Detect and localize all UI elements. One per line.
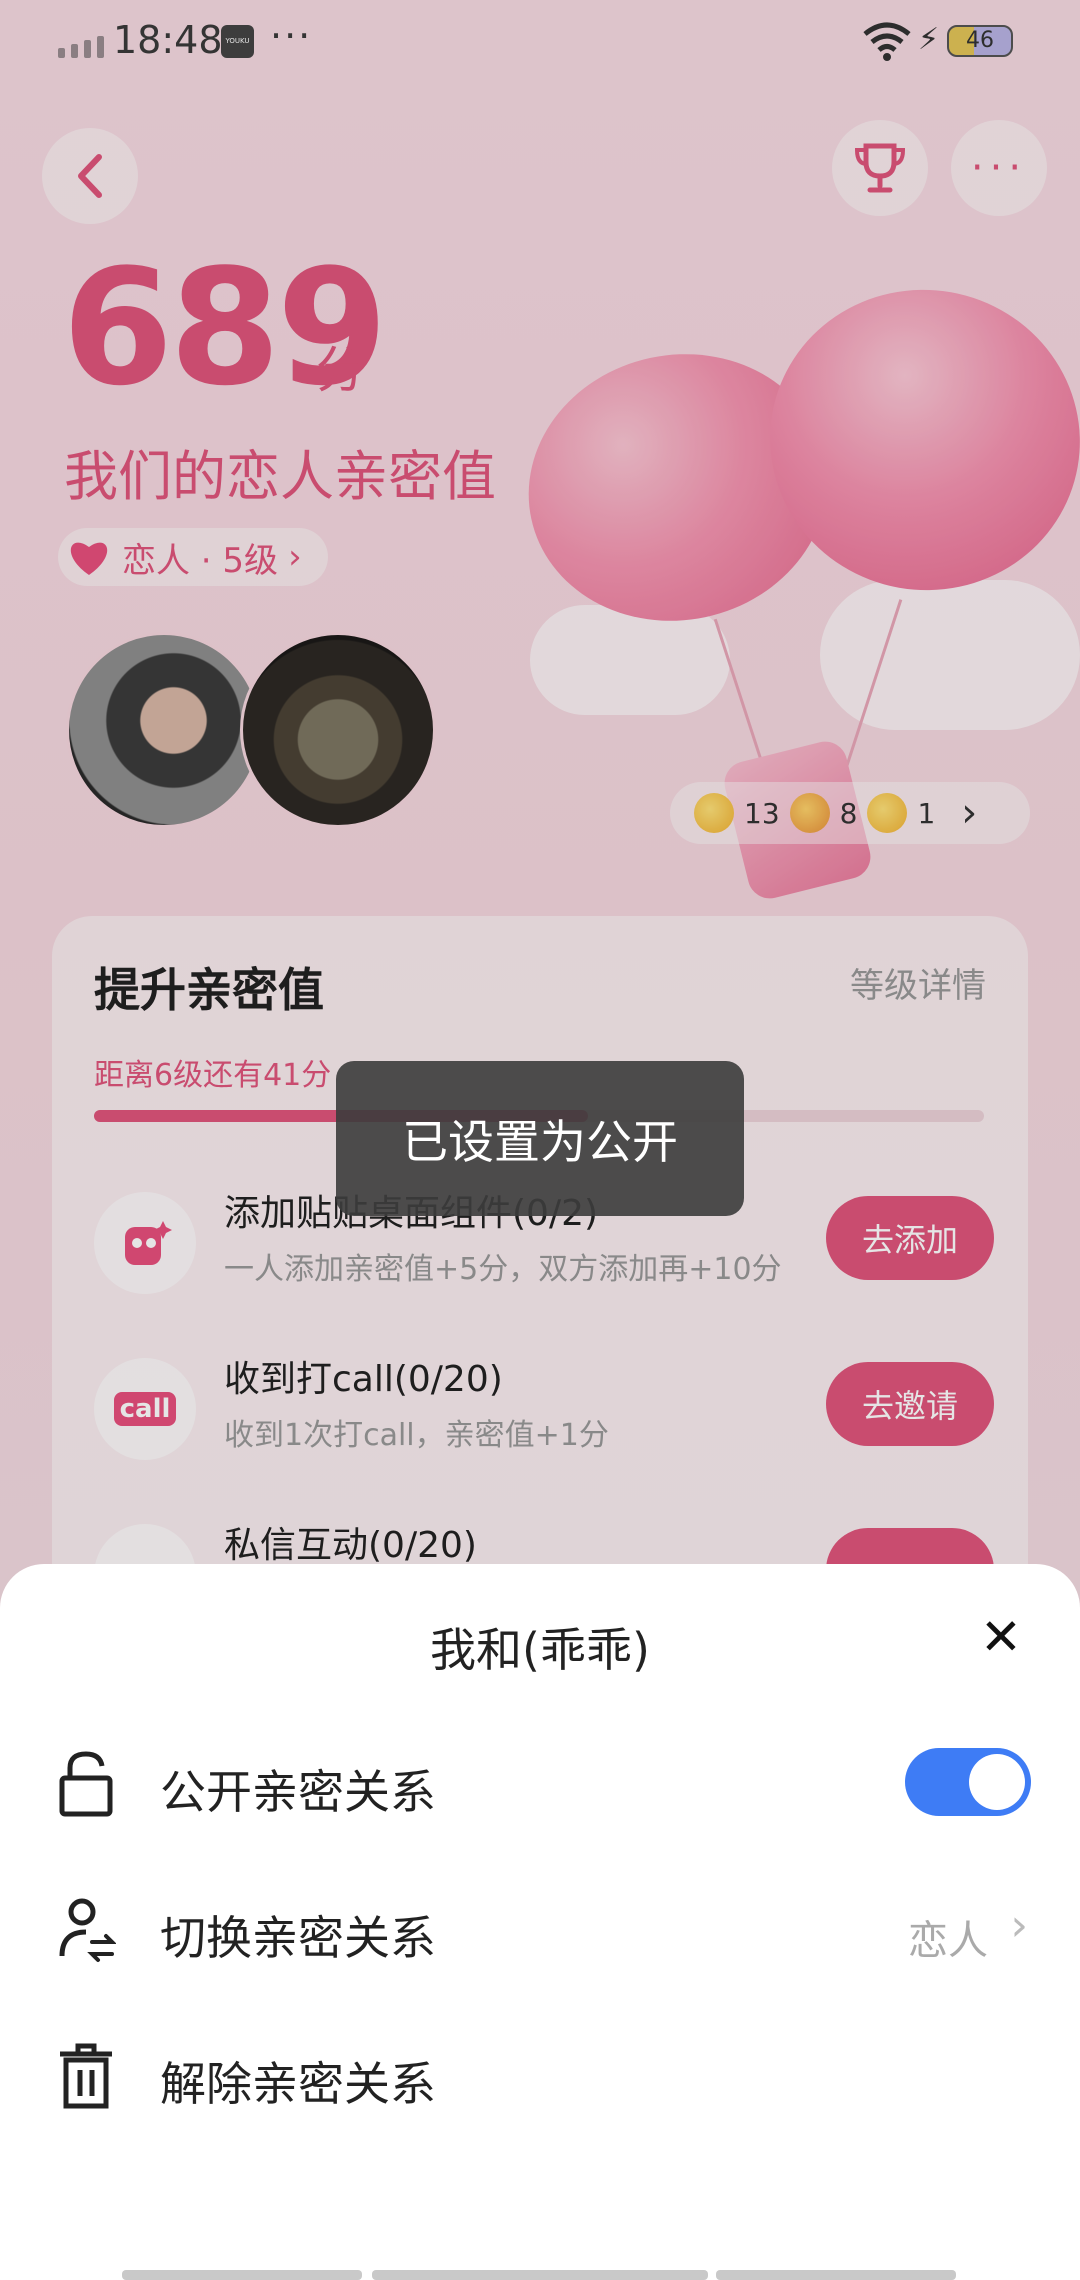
- row-label: 解除亲密关系: [160, 2057, 436, 2111]
- relationship-type-value: 恋人: [908, 1918, 988, 1964]
- unlock-icon: [59, 1751, 113, 1817]
- sheet-title: 我和(乖乖): [430, 1623, 650, 1677]
- switch-user-icon: [59, 1898, 116, 1962]
- relationship-bottom-sheet: 我和(乖乖) ✕ 公开亲密关系 切换亲密关系 恋人 › 解除亲密关系: [0, 1564, 1080, 2280]
- intimacy-page: 18:48 YOUKU ··· ⚡ 46 ··· 689 分 我们的恋人亲密值 …: [0, 0, 1080, 2280]
- dissolve-relationship-row[interactable]: 解除亲密关系: [0, 2020, 1080, 2130]
- toggle-knob: [969, 1754, 1025, 1810]
- public-relationship-row[interactable]: 公开亲密关系: [0, 1728, 1080, 1838]
- public-toggle[interactable]: [905, 1748, 1031, 1816]
- close-icon[interactable]: ✕: [980, 1608, 1022, 1666]
- row-label: 切换亲密关系: [160, 1911, 436, 1965]
- nav-gesture-bar: [372, 2270, 708, 2280]
- nav-gesture-bar: [122, 2270, 362, 2280]
- row-label: 公开亲密关系: [160, 1765, 436, 1819]
- toast-message: 已设置为公开: [336, 1061, 744, 1216]
- switch-relationship-row[interactable]: 切换亲密关系 恋人 ›: [0, 1874, 1080, 1984]
- nav-gesture-bar: [716, 2270, 956, 2280]
- chevron-right-icon: ›: [1010, 1900, 1028, 1951]
- trash-icon: [60, 2043, 112, 2109]
